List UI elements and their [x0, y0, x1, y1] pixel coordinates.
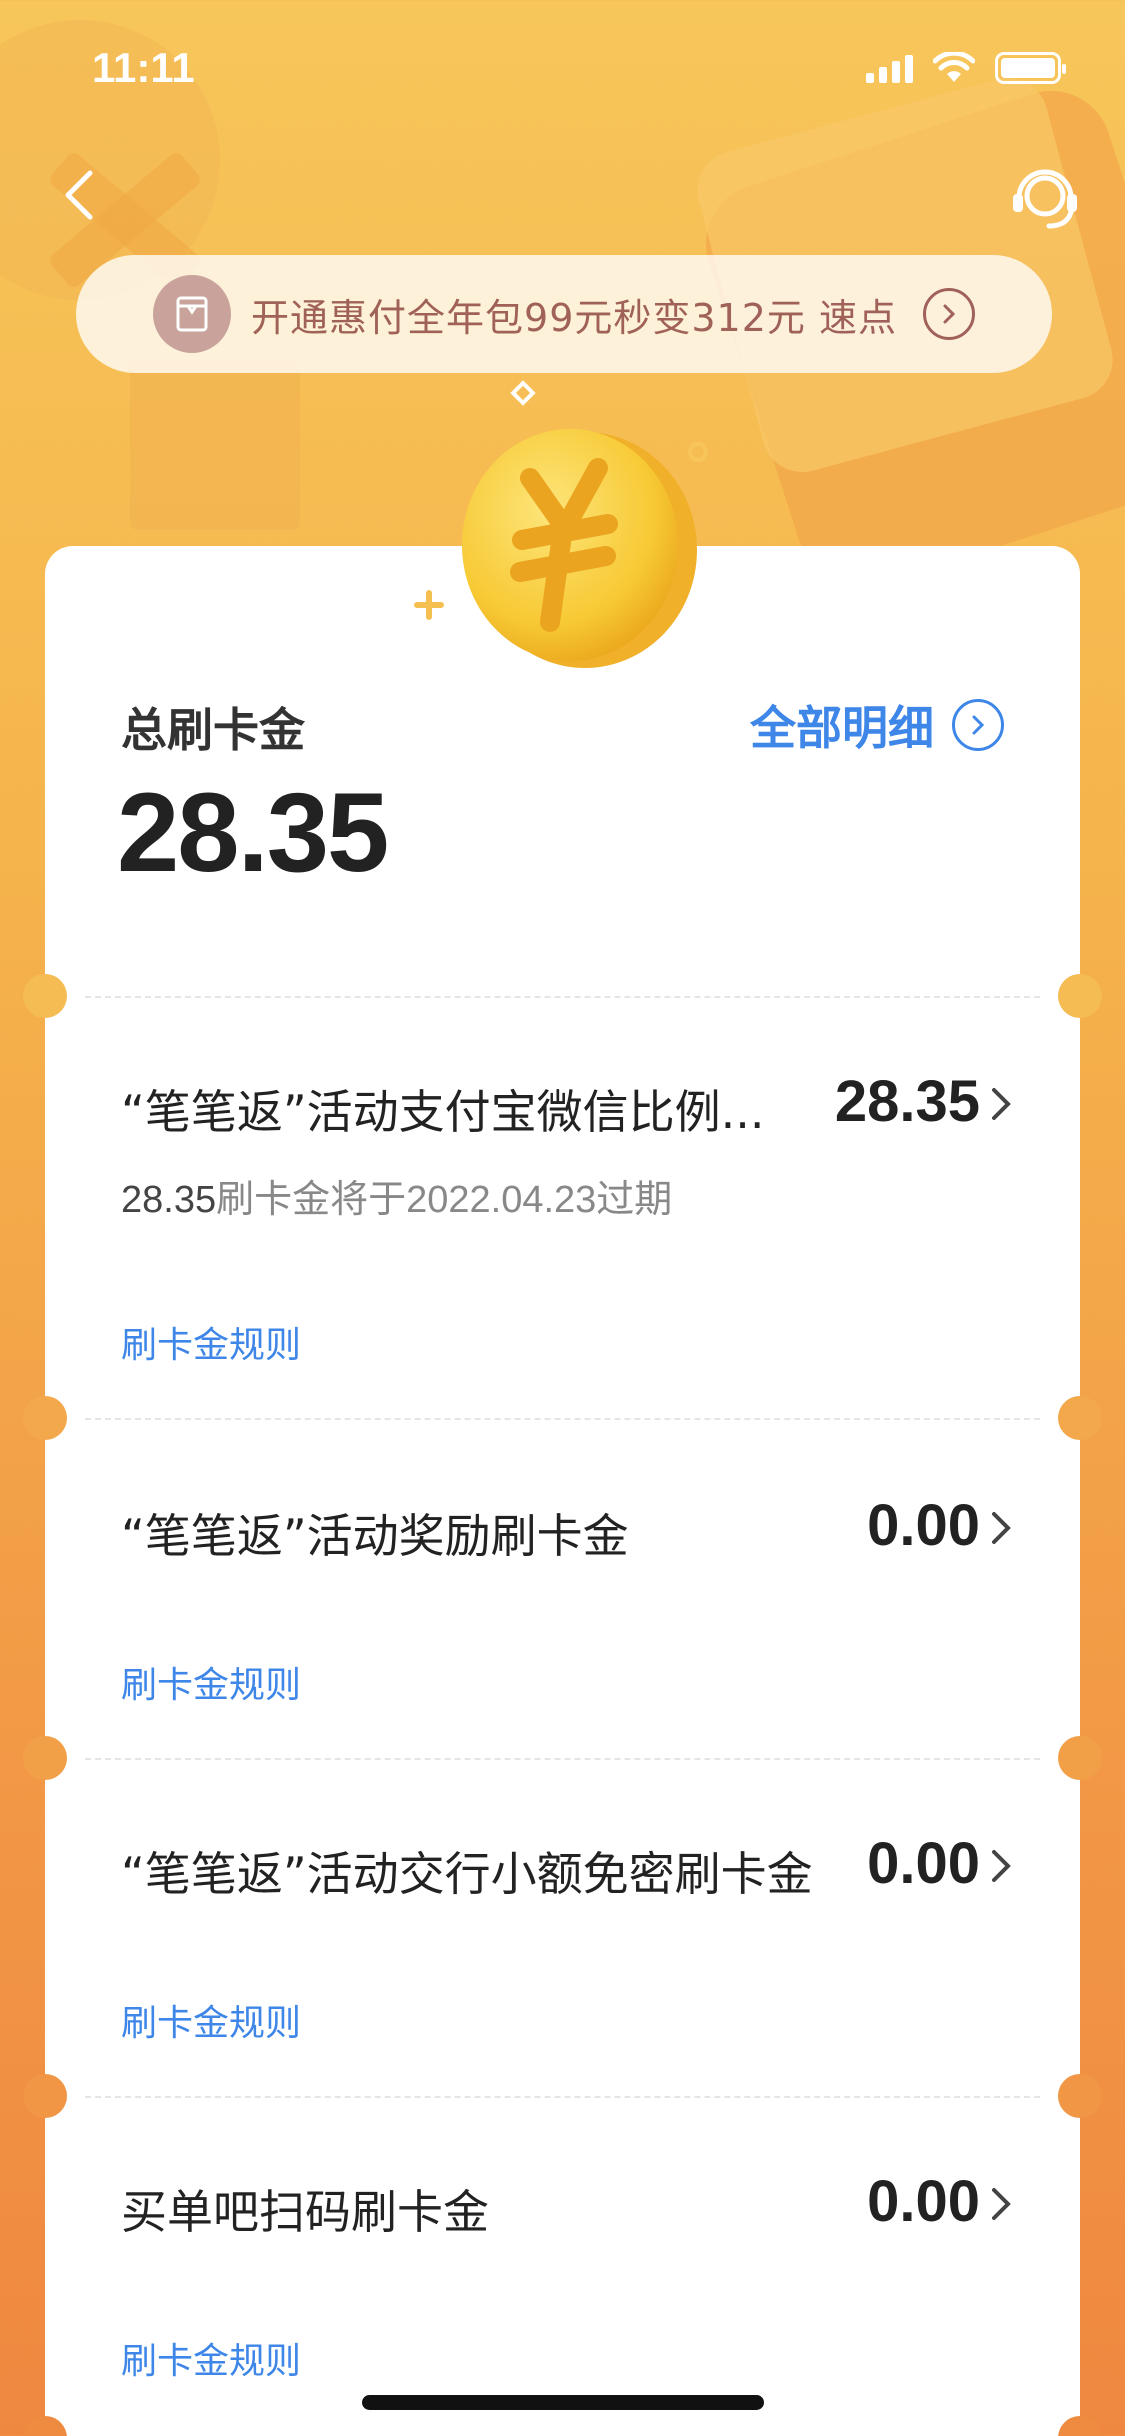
total-gold-amount: 28.35	[117, 770, 389, 895]
wifi-icon	[933, 52, 975, 82]
rule-link[interactable]: 刷卡金规则	[121, 1656, 301, 1708]
expiry-suffix: 过期	[596, 1177, 673, 1221]
divider	[85, 1418, 1040, 1420]
item-title: “笔笔返”活动交行小额免密刷卡金	[121, 1847, 813, 1901]
status-icons	[866, 52, 1066, 84]
item-amount: 0.00	[867, 2169, 980, 2234]
ticket-icon	[153, 275, 232, 353]
item-title: “笔笔返”活动奖励刷卡金	[121, 1509, 629, 1563]
rule-link[interactable]: 刷卡金规则	[121, 1316, 301, 1368]
status-time: 11:11	[92, 44, 195, 91]
total-gold-label: 总刷卡金	[121, 703, 305, 757]
circle-arrow-right-icon	[922, 288, 975, 340]
promo-banner[interactable]: 开通惠付全年包99元秒变312元 速点	[76, 255, 1052, 373]
chevron-left-icon[interactable]	[50, 165, 110, 225]
divider	[85, 1758, 1040, 1760]
expiry-date: 2022.04.23	[406, 1179, 597, 1221]
home-indicator[interactable]	[362, 2395, 764, 2410]
battery-icon	[995, 52, 1066, 84]
all-details-link[interactable]: 全部明细	[750, 692, 1004, 758]
all-details-label: 全部明细	[750, 701, 934, 755]
divider	[85, 996, 1040, 998]
chevron-right-icon	[992, 1088, 1011, 1120]
decoration-shape	[130, 360, 300, 530]
promo-text: 开通惠付全年包99元秒变312元 速点	[251, 295, 897, 340]
card-gold-summary: 总刷卡金 28.35 全部明细 “笔笔返”活动支付宝微信比例... 28.35 …	[23, 546, 1102, 2436]
item-title: 买单吧扫码刷卡金	[121, 2185, 489, 2239]
status-bar: 11:11	[0, 0, 1125, 135]
circle-arrow-right-icon	[952, 699, 1004, 751]
chevron-right-icon	[992, 2188, 1011, 2220]
customer-service-icon[interactable]	[1005, 160, 1085, 240]
expiry-amount: 28.35	[121, 1179, 217, 1221]
item-title: “笔笔返”活动支付宝微信比例...	[121, 1085, 765, 1139]
cellular-signal-icon	[866, 53, 913, 83]
item-amount: 0.00	[867, 1493, 980, 1558]
item-expiry-note: 28.35刷卡金将于2022.04.23过期	[121, 1168, 672, 1223]
rule-link[interactable]: 刷卡金规则	[121, 2332, 301, 2384]
chevron-right-icon	[992, 1512, 1011, 1544]
yuan-coin-icon	[462, 429, 697, 668]
chevron-right-icon	[992, 1850, 1011, 1882]
rule-link[interactable]: 刷卡金规则	[121, 1994, 301, 2046]
item-amount: 0.00	[867, 1831, 980, 1896]
expiry-text: 刷卡金将于	[216, 1177, 407, 1221]
item-amount: 28.35	[834, 1069, 980, 1134]
divider	[85, 2096, 1040, 2098]
